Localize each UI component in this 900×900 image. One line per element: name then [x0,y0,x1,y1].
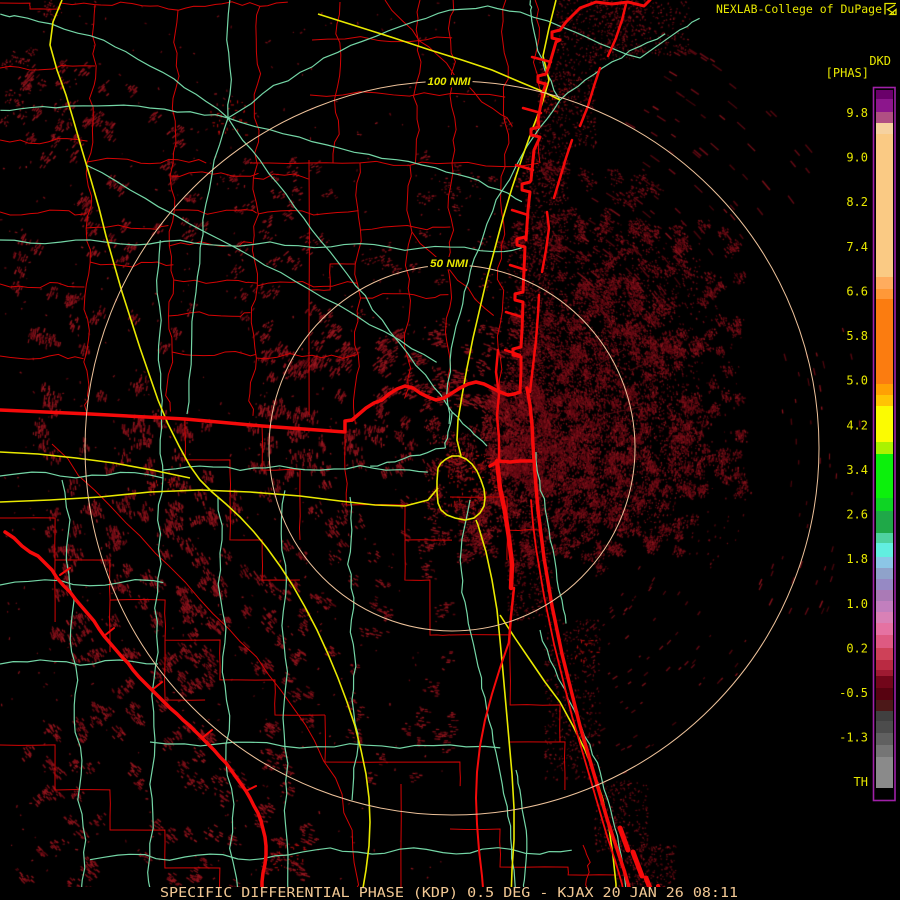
radar-display: 50 NMI 100 NMI 9.8 9.0 8.2 7.4 6.6 5.8 5.0 4.2 3.… [0,0,900,900]
scale-segment [876,498,893,511]
scale-segment [876,676,893,688]
scale-tick-label: 4.2 [846,418,868,432]
scale-segment [876,299,893,384]
scale-tick-label: 5.8 [846,329,868,343]
scale-segment [876,90,893,99]
scale-segment [876,623,893,635]
scale-segment [876,660,893,670]
scale-segment [876,112,893,123]
scale-tick-label: 3.4 [846,463,868,477]
scale-tick-label: -1.3 [839,731,868,745]
scale-segment [876,442,893,454]
scale-segment [876,635,893,648]
county-boundaries [0,0,616,900]
scale-segment [876,395,893,406]
scale-segment [876,601,893,612]
scale-tick-label: 1.0 [846,597,868,611]
scale-segment [876,721,893,733]
product-caption: SPECIFIC DIFFERENTIAL PHASE (KDP) 0.5 DE… [160,885,738,900]
scale-segment [876,289,893,299]
scale-segment [876,612,893,623]
range-ring-label: 50 NMI [430,258,469,270]
scale-tick-label: -0.5 [839,686,868,700]
scale-segment [876,277,893,289]
scale-tick-label: 7.4 [846,240,868,254]
scale-segment [876,533,893,543]
scale-segment [876,757,893,788]
scale-segment [876,670,893,676]
scale-segment [876,568,893,579]
scale-tick-label: 1.8 [846,552,868,566]
scale-segment [876,557,893,568]
scale-segment [876,454,893,498]
scale-segment [876,134,893,277]
color-scale-bar: 9.8 9.0 8.2 7.4 6.6 5.8 5.0 4.2 3.4 2.6 1.8 1.0 0.2 -… [839,86,896,802]
title-text: NEXLAB-College of DuPage [716,2,882,16]
scale-tick-label: 0.2 [846,641,868,655]
secondary-roads [0,0,700,900]
scale-segment [876,384,893,395]
scale-segment [876,688,893,700]
scale-tick-label: 8.2 [846,195,868,209]
range-ring-label: 100 NMI [428,76,472,88]
scale-segment [876,543,893,557]
radar-map: 50 NMI 100 NMI 9.8 9.0 8.2 7.4 6.6 5.8 5.0 4.2 3.… [0,0,897,900]
scale-segment [876,590,893,601]
scale-unit-line2: [PHAS] [826,66,869,80]
scale-tick-label: 9.8 [846,106,868,120]
nexlab-flag-icon [884,2,897,16]
range-rings [84,80,820,816]
scale-segment [876,511,893,533]
scale-unit-line1: DKD [869,54,891,68]
scale-segment [876,579,893,590]
scale-segment [876,745,893,757]
scale-segment [876,406,893,442]
scale-tick-label: TH [854,775,868,789]
scale-tick-label: 5.0 [846,374,868,388]
scale-tick-label: 9.0 [846,151,868,165]
scale-segment [876,123,893,134]
scale-segment [876,733,893,745]
scale-segment [876,99,893,112]
scale-segment [876,648,893,660]
scale-tick-label: 6.6 [846,284,868,298]
scale-segment [876,700,893,711]
scale-segment [876,711,893,721]
scale-tick-label: 2.6 [846,508,868,522]
